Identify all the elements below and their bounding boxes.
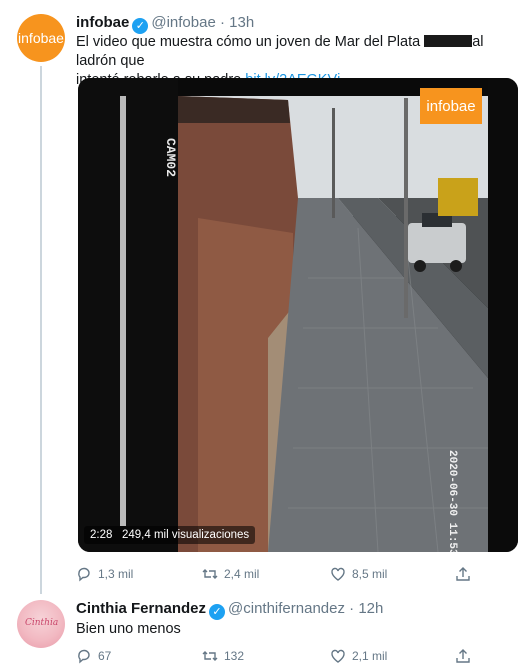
video-views: 249,4 mil visualizaciones [121, 529, 250, 541]
tweet-header: infobae ✓ @infobae · 13h [76, 14, 254, 34]
separator: · [349, 600, 355, 617]
tweet-text: Bien uno menos [76, 621, 181, 637]
share-button[interactable] [455, 566, 471, 582]
reply-icon [78, 649, 90, 664]
retweet-icon [202, 569, 218, 579]
retweet-button[interactable]: 132 [202, 648, 244, 664]
infobae-watermark: infobae [420, 88, 482, 124]
reply-button[interactable]: 67 [76, 648, 111, 664]
video-duration: 2:28 [90, 529, 113, 541]
like-count: 2,1 mil [352, 649, 388, 663]
heart-icon [331, 649, 345, 663]
reply-count: 1,3 mil [98, 567, 134, 581]
share-button[interactable] [455, 648, 471, 664]
censor-bar [424, 35, 473, 47]
retweet-count: 132 [224, 649, 245, 663]
reply-icon [78, 567, 90, 582]
tweet-text-part1: El video que muestra cómo un joven de Ma… [76, 34, 421, 50]
verified-icon: ✓ [209, 604, 226, 620]
retweet-icon [202, 651, 218, 661]
handle[interactable]: @cinthifernandez [228, 600, 345, 617]
retweet-button[interactable]: 2,4 mil [202, 566, 259, 582]
display-name[interactable]: Cinthia Fernandez [76, 600, 206, 617]
timestamp[interactable]: 12h [358, 600, 383, 617]
infobae-avatar[interactable]: infobae [17, 14, 65, 62]
like-count: 8,5 mil [352, 567, 388, 581]
tweet-header: Cinthia Fernandez ✓ @cinthifernandez · 12h [76, 600, 383, 620]
video-stats: 2:28 249,4 mil visualizaciones [84, 526, 256, 544]
timestamp[interactable]: 13h [229, 14, 254, 31]
video-player[interactable]: infobae CAM02 2020-06-30 11:53 2:28 249,… [78, 78, 518, 552]
like-button[interactable]: 8,5 mil [330, 566, 387, 582]
avatar-logo-text: infobae [18, 30, 64, 46]
retweet-count: 2,4 mil [224, 567, 260, 581]
share-icon [456, 567, 470, 581]
reply-count: 67 [98, 649, 112, 663]
cinthia-avatar[interactable]: Cinthia [17, 600, 65, 648]
share-icon [456, 649, 470, 663]
camera-timestamp: 2020-06-30 11:53 [446, 450, 458, 552]
thread-line [40, 66, 42, 594]
camera-label: CAM02 [163, 138, 178, 178]
verified-icon: ✓ [132, 18, 149, 34]
display-name[interactable]: infobae [76, 14, 129, 31]
like-button[interactable]: 2,1 mil [330, 648, 387, 664]
separator: · [219, 14, 225, 31]
handle[interactable]: @infobae [151, 14, 215, 31]
avatar-script-text: Cinthia [25, 618, 59, 628]
heart-icon [331, 567, 345, 581]
reply-button[interactable]: 1,3 mil [76, 566, 133, 582]
